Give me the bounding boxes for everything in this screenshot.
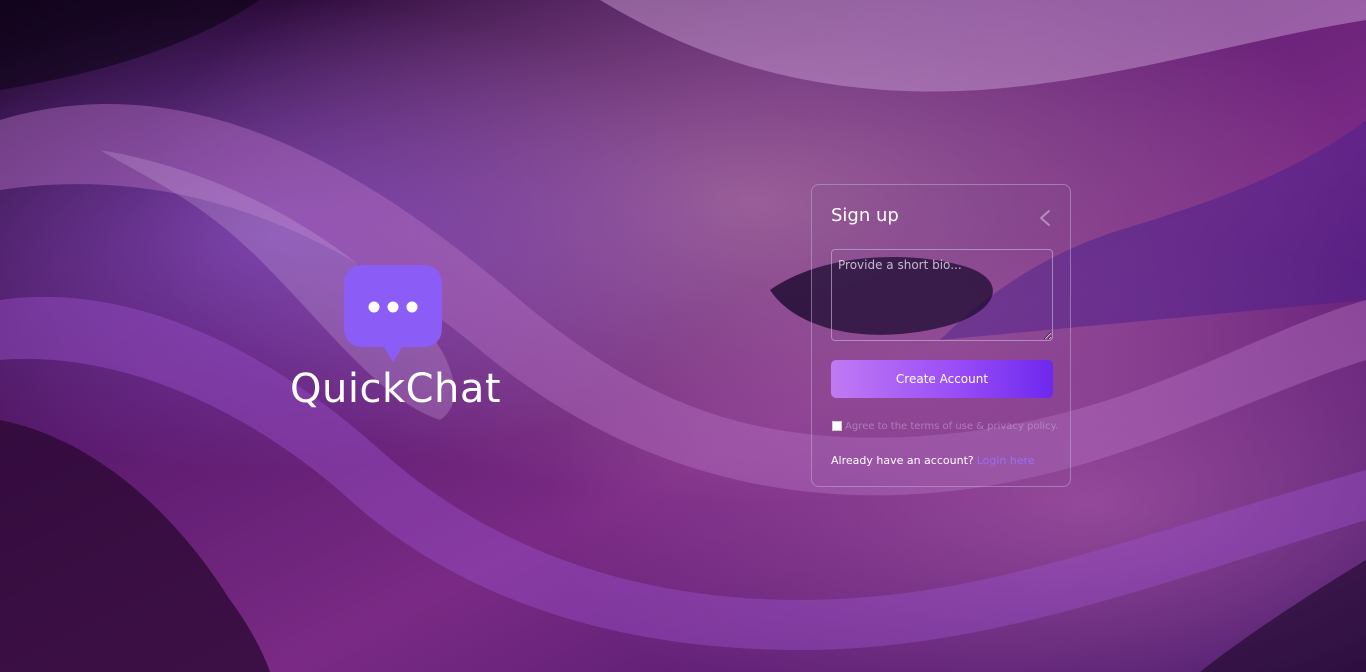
terms-checkbox[interactable] [832,421,842,431]
chevron-left-icon[interactable] [1037,209,1053,227]
bio-textarea[interactable] [831,249,1053,341]
brand-name: QuickChat [290,366,502,412]
background-image [0,0,1366,672]
login-row: Already have an account? Login here [831,454,1035,467]
terms-label: Agree to the terms of use & privacy poli… [845,420,1059,432]
login-prompt: Already have an account? [831,454,974,467]
brand-block: QuickChat [290,262,502,422]
signup-title: Sign up [831,205,899,226]
terms-row: Agree to the terms of use & privacy poli… [831,419,1058,433]
signup-card: Sign up Create Account Agree to the term… [811,184,1071,487]
chat-bubble-dots-icon [344,265,442,362]
create-account-button[interactable]: Create Account [831,360,1053,398]
login-link[interactable]: Login here [977,454,1035,467]
